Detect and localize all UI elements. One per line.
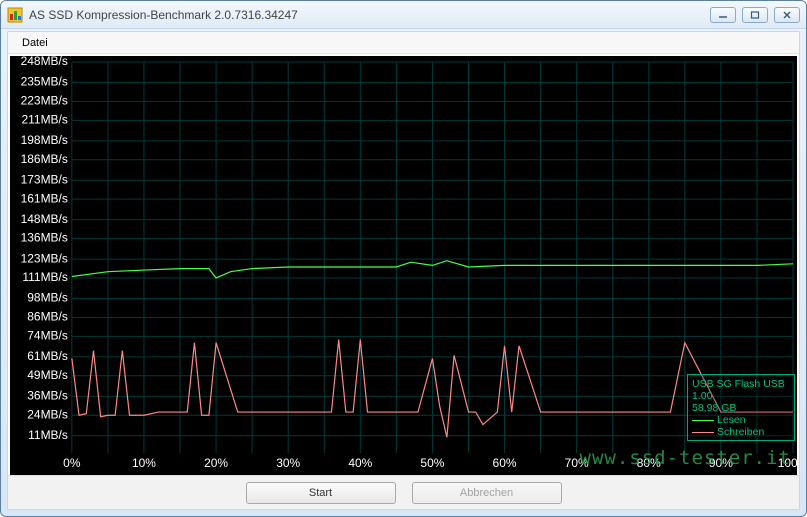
menubar: Datei — [8, 32, 799, 54]
svg-text:148MB/s: 148MB/s — [21, 212, 68, 226]
svg-text:136MB/s: 136MB/s — [21, 231, 68, 245]
device-name: USB SG Flash USB — [692, 378, 790, 390]
app-icon — [7, 7, 23, 23]
chart-canvas: 11MB/s 24MB/s 36MB/s 49MB/s 61MB/s 74MB/s 86MB… — [10, 56, 797, 475]
svg-text:30%: 30% — [276, 456, 300, 470]
svg-text:10%: 10% — [132, 456, 156, 470]
svg-text:0%: 0% — [63, 456, 81, 470]
svg-text:173MB/s: 173MB/s — [21, 172, 68, 186]
svg-text:20%: 20% — [204, 456, 228, 470]
svg-text:50%: 50% — [420, 456, 444, 470]
svg-text:60%: 60% — [493, 456, 517, 470]
svg-text:90%: 90% — [709, 456, 733, 470]
device-size: 58,98 GB — [692, 402, 790, 414]
svg-text:186MB/s: 186MB/s — [21, 152, 68, 166]
svg-text:211MB/s: 211MB/s — [22, 112, 68, 126]
svg-text:86MB/s: 86MB/s — [27, 310, 68, 324]
svg-text:123MB/s: 123MB/s — [21, 251, 68, 265]
svg-text:100%: 100% — [778, 456, 797, 470]
svg-text:98MB/s: 98MB/s — [27, 291, 68, 305]
titlebar: AS SSD Kompression-Benchmark 2.0.7316.34… — [1, 1, 806, 29]
start-button[interactable]: Start — [246, 482, 396, 504]
window-title: AS SSD Kompression-Benchmark 2.0.7316.34… — [29, 8, 710, 22]
svg-text:198MB/s: 198MB/s — [21, 133, 68, 147]
svg-text:223MB/s: 223MB/s — [21, 94, 68, 108]
svg-text:111MB/s: 111MB/s — [22, 270, 67, 284]
device-info-box: USB SG Flash USB 1.00 58,98 GB Lesen Sch… — [687, 374, 795, 441]
legend-write: Schreiben — [692, 426, 790, 438]
svg-text:161MB/s: 161MB/s — [21, 191, 68, 205]
minimize-button[interactable] — [710, 7, 736, 23]
abort-button[interactable]: Abbrechen — [412, 482, 562, 504]
device-fw: 1.00 — [692, 390, 790, 402]
svg-text:61MB/s: 61MB/s — [27, 349, 68, 363]
svg-text:74MB/s: 74MB/s — [27, 329, 68, 343]
window-controls — [710, 7, 800, 23]
app-window: AS SSD Kompression-Benchmark 2.0.7316.34… — [0, 0, 807, 517]
svg-text:24MB/s: 24MB/s — [27, 407, 68, 421]
svg-text:70%: 70% — [565, 456, 589, 470]
menu-datei[interactable]: Datei — [16, 35, 54, 51]
button-row: Start Abbrechen — [8, 475, 799, 509]
svg-text:40%: 40% — [348, 456, 372, 470]
svg-text:11MB/s: 11MB/s — [28, 428, 68, 442]
legend-read: Lesen — [692, 414, 790, 426]
svg-text:235MB/s: 235MB/s — [21, 75, 68, 89]
chart-area: 11MB/s 24MB/s 36MB/s 49MB/s 61MB/s 74MB/s 86MB… — [10, 56, 797, 475]
svg-text:49MB/s: 49MB/s — [27, 368, 68, 382]
svg-text:248MB/s: 248MB/s — [21, 56, 68, 68]
maximize-button[interactable] — [742, 7, 768, 23]
close-button[interactable] — [774, 7, 800, 23]
svg-text:36MB/s: 36MB/s — [27, 388, 68, 402]
client-area: Datei 11MB/s 24MB/s 36MB/s 49MB/s 61MB/s 74MB… — [7, 31, 800, 510]
svg-text:80%: 80% — [637, 456, 661, 470]
